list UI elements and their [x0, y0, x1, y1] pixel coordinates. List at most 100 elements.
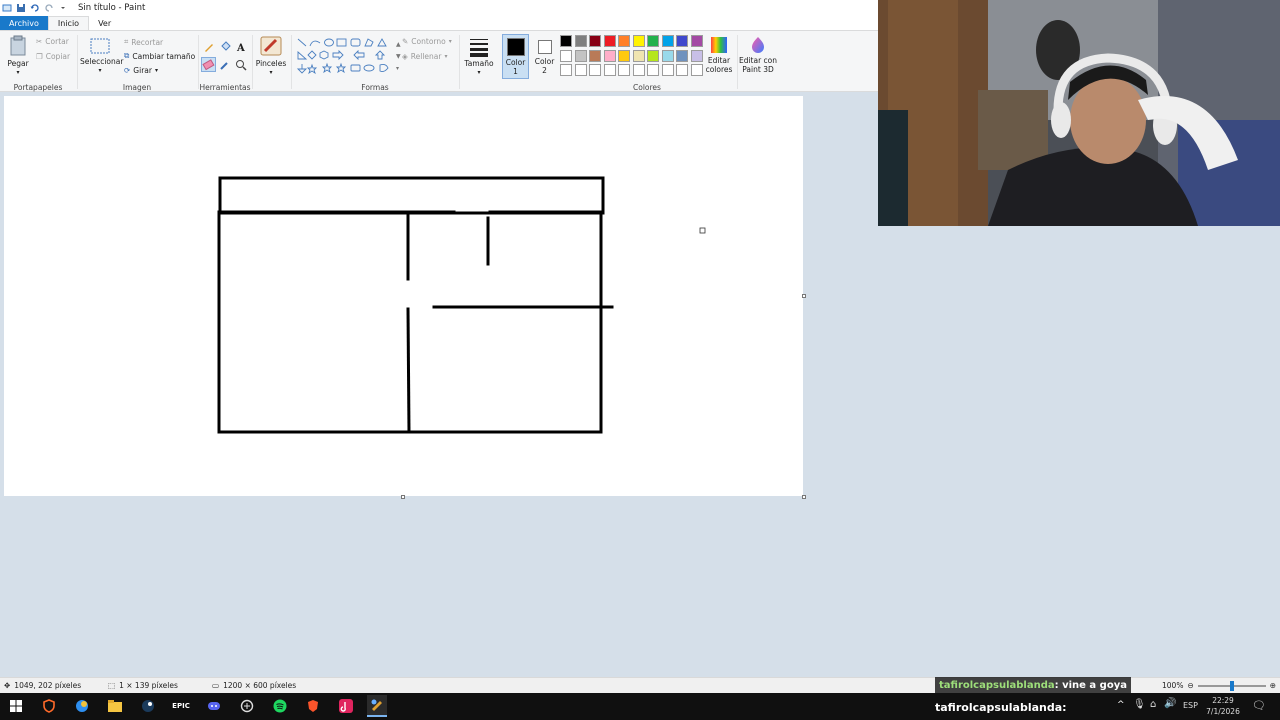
palette-color-swatch[interactable] [676, 35, 688, 47]
palette-color-swatch[interactable] [676, 49, 688, 62]
shield-app-icon[interactable] [40, 697, 58, 715]
edit-paint3d-button[interactable]: Editar con Paint 3D [738, 36, 778, 74]
redo-icon[interactable] [44, 3, 54, 13]
volume-icon[interactable]: 🔊 [1164, 698, 1176, 709]
palette-color-swatch[interactable] [632, 64, 645, 76]
paste-dropdown-icon[interactable]: ▾ [4, 68, 32, 77]
image-size-text: 1200 × 600 píxeles [223, 681, 297, 690]
color-picker-icon[interactable] [219, 59, 231, 71]
zoom-slider[interactable] [1197, 680, 1266, 691]
color1-button[interactable]: Color 1 [502, 34, 529, 79]
palette-color-swatch[interactable] [661, 35, 674, 47]
fill-bucket-icon[interactable] [219, 41, 231, 53]
clock[interactable]: 22:29 7/1/2026 [1203, 695, 1243, 717]
palette-color-swatch[interactable] [661, 64, 674, 76]
fill-button[interactable]: ◈ Rellenar ▾ [402, 52, 448, 61]
rotate-button[interactable]: ⟳ Girar ▾ [124, 66, 158, 75]
canvas-resize-handle-corner[interactable] [802, 495, 806, 499]
shapes-gallery[interactable] [296, 37, 396, 77]
brushes-button[interactable]: Pinceles ▾ [254, 35, 288, 77]
tiktok-icon[interactable] [337, 697, 355, 715]
image-size-icon: ▭ [212, 681, 220, 690]
palette-color-swatch[interactable] [690, 64, 703, 76]
palette-color-swatch[interactable] [560, 35, 572, 47]
customize-toolbar-icon[interactable] [58, 3, 68, 13]
palette-color-swatch[interactable] [647, 35, 659, 47]
palette-color-swatch[interactable] [574, 35, 587, 47]
color-wheel-icon [711, 37, 727, 53]
size-button[interactable]: Tamaño ▾ [462, 37, 496, 77]
chatgpt-icon[interactable] [238, 697, 256, 715]
palette-color-swatch[interactable] [632, 49, 645, 62]
tray-expand-icon[interactable]: ^ [1117, 700, 1125, 710]
chat-username: tafirolcapsulablanda [939, 679, 1055, 691]
resize-button[interactable]: ⧉ Cambiar tamaño [124, 51, 195, 61]
palette-color-swatch[interactable] [647, 64, 659, 76]
palette-color-swatch[interactable] [618, 49, 630, 62]
shapes-scroll-down-icon[interactable]: ▼ [396, 53, 401, 60]
tab-ver[interactable]: Ver [89, 16, 120, 30]
palette-color-swatch[interactable] [647, 49, 659, 62]
file-explorer-icon[interactable] [106, 697, 124, 715]
palette-color-swatch[interactable] [603, 49, 616, 62]
select-dropdown-icon[interactable]: ▾ [80, 66, 120, 75]
palette-color-swatch[interactable] [560, 49, 572, 62]
crop-button[interactable]: ⌗ Recortar [124, 37, 163, 47]
shapes-scroll-up-icon[interactable]: ▲ [396, 41, 401, 48]
canvas-resize-handle-right[interactable] [802, 294, 806, 298]
palette-color-swatch[interactable] [589, 35, 601, 47]
palette-color-swatch[interactable] [589, 64, 601, 76]
zoom-slider-thumb[interactable] [1229, 680, 1234, 691]
palette-color-swatch[interactable] [589, 49, 601, 62]
save-icon[interactable] [16, 3, 26, 13]
palette-color-swatch[interactable] [574, 64, 587, 76]
edit-colors-button[interactable]: Editar colores [704, 36, 734, 74]
cut-button[interactable]: ✂ Cortar [36, 37, 69, 46]
magnifier-icon[interactable] [235, 59, 247, 71]
language-indicator[interactable]: ESP [1183, 701, 1198, 710]
shapes-expand-icon[interactable]: ▾ [396, 65, 399, 72]
microphone-icon[interactable]: 🎙 [1133, 699, 1146, 710]
palette-color-swatch[interactable] [632, 35, 645, 47]
ribbon: Pegar ▾ ✂ Cortar ❐ Copiar Portapapeles Sel… [0, 30, 878, 92]
copilot-icon[interactable] [73, 697, 91, 715]
palette-color-swatch[interactable] [618, 64, 630, 76]
outline-button[interactable]: ✎ Contorno ▾ [402, 37, 452, 46]
canvas-resize-handle-bottom[interactable] [401, 495, 405, 499]
eraser-tool-selected[interactable] [201, 57, 216, 72]
tab-archivo[interactable]: Archivo [0, 16, 48, 30]
epic-games-icon[interactable]: EPIC [172, 697, 190, 715]
image-group-label: Imagen [122, 83, 152, 92]
network-icon[interactable]: ⌂ [1150, 699, 1156, 710]
palette-color-swatch[interactable] [574, 49, 587, 62]
resize-handle[interactable] [699, 227, 706, 234]
palette-color-swatch[interactable] [603, 35, 616, 47]
palette-color-swatch[interactable] [690, 35, 703, 47]
paste-button[interactable]: Pegar ▾ [4, 35, 32, 77]
notifications-icon[interactable]: 🗨 [1252, 699, 1266, 712]
rotate-dropdown-icon: ▾ [154, 67, 158, 74]
drawing-canvas[interactable] [4, 96, 803, 496]
pencil-icon[interactable] [203, 41, 215, 53]
zoom-in-icon[interactable]: ⊕ [1270, 681, 1276, 690]
palette-color-swatch[interactable] [690, 49, 703, 62]
select-button[interactable]: Seleccionar ▾ [80, 37, 123, 75]
palette-color-swatch[interactable] [661, 49, 674, 62]
discord-icon[interactable] [205, 697, 223, 715]
palette-color-swatch[interactable] [560, 64, 572, 76]
color2-button[interactable]: Color 2 [531, 34, 558, 79]
brave-browser-icon[interactable] [304, 697, 322, 715]
paint-taskbar-icon[interactable] [367, 695, 387, 717]
palette-color-swatch[interactable] [676, 64, 688, 76]
undo-icon[interactable] [30, 3, 40, 13]
palette-color-swatch[interactable] [618, 35, 630, 47]
text-tool-icon[interactable]: A [235, 41, 247, 53]
spotify-icon[interactable] [271, 697, 289, 715]
outline-dropdown-icon: ▾ [448, 38, 452, 45]
palette-color-swatch[interactable] [603, 64, 616, 76]
zoom-out-icon[interactable]: ⊖ [1187, 681, 1193, 690]
steam-icon[interactable] [139, 697, 157, 715]
copy-button[interactable]: ❐ Copiar [36, 52, 70, 61]
windows-start-icon[interactable] [7, 697, 25, 715]
tab-inicio[interactable]: Inicio [47, 16, 90, 30]
